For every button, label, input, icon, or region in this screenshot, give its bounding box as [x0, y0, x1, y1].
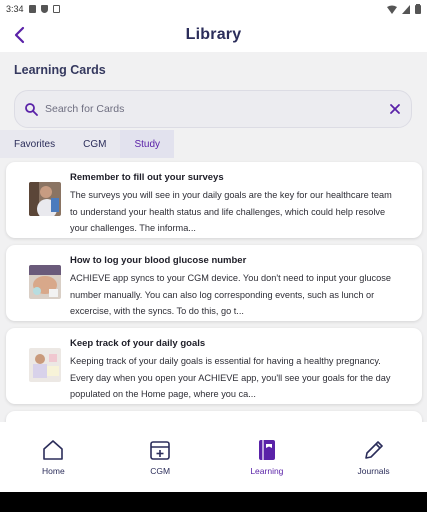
battery-icon	[415, 4, 421, 14]
nav-cgm-label: CGM	[150, 466, 171, 476]
system-navigation-bar	[0, 492, 427, 512]
chevron-left-icon[interactable]	[10, 25, 30, 45]
search-bar[interactable]: Search for Cards	[14, 90, 412, 128]
card-thumbnail	[29, 348, 61, 382]
book-icon	[258, 440, 275, 460]
learning-card[interactable]: Remember to fill out your surveys The su…	[6, 162, 422, 238]
notification-icon	[28, 5, 36, 13]
card-title: Remember to fill out your surveys	[70, 172, 224, 183]
home-icon	[43, 440, 64, 460]
card-thumbnail	[29, 265, 61, 299]
card-description: Keeping track of your daily goals is ess…	[70, 356, 391, 399]
nav-learning[interactable]: Learning	[214, 422, 321, 492]
shield-icon	[40, 5, 48, 13]
app-notification-icon	[52, 5, 60, 13]
top-app-bar: Library	[0, 18, 427, 52]
wifi-icon	[387, 5, 397, 14]
nav-journals-label: Journals	[357, 466, 390, 476]
tab-favorites[interactable]: Favorites	[0, 130, 70, 158]
card-title: Keep track of your daily goals	[70, 338, 206, 349]
learning-cards-section: Learning Cards Search for Cards Favorite…	[0, 52, 427, 422]
bottom-navigation: Home CGM Learning Journals	[0, 422, 427, 492]
nav-home[interactable]: Home	[0, 422, 107, 492]
card-title: How to log your blood glucose number	[70, 255, 247, 266]
pencil-icon	[364, 441, 383, 459]
status-bar: 3:34	[0, 0, 427, 18]
close-icon[interactable]	[387, 101, 403, 117]
page-title: Library	[185, 26, 242, 43]
search-icon	[25, 103, 38, 116]
signal-icon	[402, 4, 410, 14]
section-title: Learning Cards	[14, 63, 106, 77]
status-time: 3:34	[6, 4, 24, 14]
cgm-icon	[150, 441, 170, 460]
card-description: ACHIEVE app syncs to your CGM device. Yo…	[70, 273, 391, 316]
tab-cgm[interactable]: CGM	[69, 130, 121, 158]
nav-home-label: Home	[42, 466, 65, 476]
card-description: The surveys you will see in your daily g…	[70, 190, 392, 233]
learning-card-partial[interactable]	[6, 411, 422, 422]
search-input[interactable]: Search for Cards	[45, 103, 124, 115]
learning-card[interactable]: How to log your blood glucose number ACH…	[6, 245, 422, 321]
nav-cgm[interactable]: CGM	[107, 422, 214, 492]
card-filter-tabs: Favorites CGM Study	[0, 130, 175, 158]
tab-study[interactable]: Study	[120, 130, 175, 158]
learning-card[interactable]: Keep track of your daily goals Keeping t…	[6, 328, 422, 404]
nav-learning-label: Learning	[250, 466, 284, 476]
card-thumbnail	[29, 182, 61, 216]
nav-journals[interactable]: Journals	[320, 422, 427, 492]
